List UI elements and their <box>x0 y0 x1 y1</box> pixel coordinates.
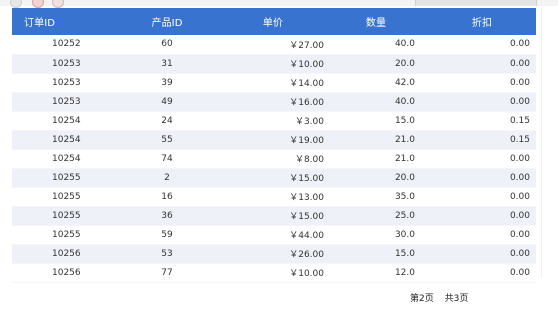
cell-discount: 0.15 <box>428 130 536 150</box>
cell-order-id: 10254 <box>12 149 112 169</box>
cell-product-id: 16 <box>112 187 222 207</box>
table-row[interactable]: 10255 59 ￥44.00 30.0 0.00 <box>12 225 536 245</box>
cell-quantity: 21.0 <box>324 149 428 169</box>
cell-unit-price: ￥13.00 <box>222 187 324 207</box>
stop-icon[interactable] <box>52 0 64 8</box>
cell-discount: 0.00 <box>428 187 536 207</box>
cell-product-id: 2 <box>112 168 222 188</box>
cell-order-id: 10255 <box>12 187 112 207</box>
toolbar-tab[interactable] <box>415 0 537 6</box>
cell-discount: 0.00 <box>428 73 536 93</box>
cell-unit-price: ￥3.00 <box>222 111 324 131</box>
cell-quantity: 15.0 <box>324 244 428 264</box>
table-row[interactable]: 10253 49 ￥16.00 40.0 0.00 <box>12 92 536 112</box>
cell-unit-price: ￥26.00 <box>222 244 324 264</box>
table-row[interactable]: 10255 36 ￥15.00 25.0 0.00 <box>12 206 536 226</box>
cell-order-id: 10252 <box>12 35 112 55</box>
cell-product-id: 39 <box>112 73 222 93</box>
table-row[interactable]: 10255 16 ￥13.00 35.0 0.00 <box>12 187 536 207</box>
header-order-id[interactable]: 订单ID <box>12 8 112 35</box>
cell-quantity: 15.0 <box>324 111 428 131</box>
table-row[interactable]: 10253 31 ￥10.00 20.0 0.00 <box>12 54 536 74</box>
table-row[interactable]: 10252 60 ￥27.00 40.0 0.00 <box>12 35 536 55</box>
table-row[interactable]: 10254 55 ￥19.00 21.0 0.15 <box>12 130 536 150</box>
table-row[interactable]: 10253 39 ￥14.00 42.0 0.00 <box>12 73 536 93</box>
cell-unit-price: ￥19.00 <box>222 130 324 150</box>
table-row[interactable]: 10256 77 ￥10.00 12.0 0.00 <box>12 263 536 283</box>
cell-product-id: 36 <box>112 206 222 226</box>
cell-discount: 0.00 <box>428 263 536 283</box>
cell-unit-price: ￥16.00 <box>222 92 324 112</box>
cell-unit-price: ￥14.00 <box>222 73 324 93</box>
order-details-table-container: 订单ID 产品ID 单价 数量 折扣 10252 60 ￥27.00 40.0 0.00… <box>12 8 536 283</box>
cell-discount: 0.15 <box>428 111 536 131</box>
cell-unit-price: ￥10.00 <box>222 263 324 283</box>
pagination: 第2页 共3页 <box>410 291 476 304</box>
cell-order-id: 10256 <box>12 263 112 283</box>
current-page-label: 第2页 <box>410 294 434 304</box>
cell-quantity: 30.0 <box>324 225 428 245</box>
cell-order-id: 10255 <box>12 168 112 188</box>
cell-order-id: 10255 <box>12 206 112 226</box>
cell-discount: 0.00 <box>428 206 536 226</box>
toolbar-icon[interactable] <box>10 0 22 8</box>
cell-discount: 0.00 <box>428 225 536 245</box>
cell-product-id: 31 <box>112 54 222 74</box>
cell-order-id: 10253 <box>12 92 112 112</box>
cell-order-id: 10254 <box>12 111 112 131</box>
cell-unit-price: ￥15.00 <box>222 168 324 188</box>
cell-discount: 0.00 <box>428 168 536 188</box>
table-body: 10252 60 ￥27.00 40.0 0.00 10253 31 ￥10.00 20.0 0.… <box>12 35 536 283</box>
cell-unit-price: ￥27.00 <box>222 35 324 55</box>
cell-quantity: 12.0 <box>324 263 428 283</box>
cell-unit-price: ￥10.00 <box>222 54 324 74</box>
cell-quantity: 21.0 <box>324 130 428 150</box>
cell-unit-price: ￥44.00 <box>222 225 324 245</box>
table-row[interactable]: 10254 74 ￥8.00 21.0 0.00 <box>12 149 536 169</box>
cell-discount: 0.00 <box>428 244 536 264</box>
cell-order-id: 10256 <box>12 244 112 264</box>
record-icon[interactable] <box>32 0 44 8</box>
cell-product-id: 24 <box>112 111 222 131</box>
cell-discount: 0.00 <box>428 92 536 112</box>
cell-quantity: 25.0 <box>324 206 428 226</box>
cell-quantity: 35.0 <box>324 187 428 207</box>
cell-product-id: 74 <box>112 149 222 169</box>
cell-order-id: 10253 <box>12 73 112 93</box>
table-header: 订单ID 产品ID 单价 数量 折扣 <box>12 8 536 35</box>
cell-quantity: 20.0 <box>324 54 428 74</box>
cell-product-id: 77 <box>112 263 222 283</box>
cell-discount: 0.00 <box>428 149 536 169</box>
header-row: 订单ID 产品ID 单价 数量 折扣 <box>12 8 536 35</box>
cell-discount: 0.00 <box>428 54 536 74</box>
total-pages-label: 共3页 <box>444 294 469 304</box>
cell-order-id: 10253 <box>12 54 112 74</box>
divider <box>541 8 542 278</box>
table-row[interactable]: 10255 2 ￥15.00 20.0 0.00 <box>12 168 536 188</box>
cell-order-id: 10255 <box>12 225 112 245</box>
cell-quantity: 42.0 <box>324 73 428 93</box>
order-details-table: 订单ID 产品ID 单价 数量 折扣 10252 60 ￥27.00 40.0 0.00… <box>12 8 536 283</box>
cell-product-id: 53 <box>112 244 222 264</box>
cell-unit-price: ￥8.00 <box>222 149 324 169</box>
header-unit-price[interactable]: 单价 <box>222 8 324 35</box>
cell-product-id: 60 <box>112 35 222 55</box>
header-discount[interactable]: 折扣 <box>428 8 536 35</box>
header-quantity[interactable]: 数量 <box>324 8 428 35</box>
table-row[interactable]: 10254 24 ￥3.00 15.0 0.15 <box>12 111 536 131</box>
table-row[interactable]: 10256 53 ￥26.00 15.0 0.00 <box>12 244 536 264</box>
header-product-id[interactable]: 产品ID <box>112 8 222 35</box>
cell-product-id: 55 <box>112 130 222 150</box>
cell-quantity: 40.0 <box>324 92 428 112</box>
cell-order-id: 10254 <box>12 130 112 150</box>
toolbar-remnant <box>0 0 558 8</box>
cell-product-id: 49 <box>112 92 222 112</box>
cell-product-id: 59 <box>112 225 222 245</box>
cell-quantity: 40.0 <box>324 35 428 55</box>
cell-quantity: 20.0 <box>324 168 428 188</box>
cell-unit-price: ￥15.00 <box>222 206 324 226</box>
cell-discount: 0.00 <box>428 35 536 55</box>
